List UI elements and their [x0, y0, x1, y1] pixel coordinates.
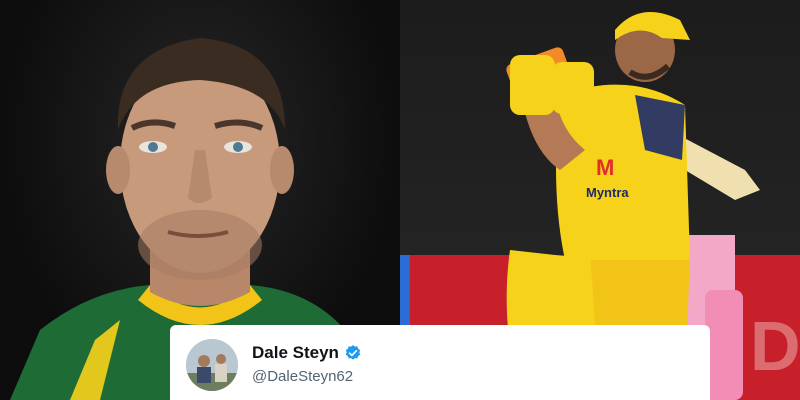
tweet-card[interactable]: Dale Steyn @DaleSteyn62: [170, 325, 710, 400]
jersey-sponsor-logo: M: [596, 155, 614, 180]
batting-glove-2: [552, 62, 594, 114]
left-ear: [106, 146, 130, 194]
verified-badge-icon: [345, 345, 361, 360]
author-avatar[interactable]: [186, 339, 238, 391]
author-name[interactable]: Dale Steyn: [252, 343, 339, 363]
jersey-sponsor-text: Myntra: [586, 185, 629, 200]
right-ear: [270, 146, 294, 194]
batting-glove: [510, 55, 555, 115]
author-name-row[interactable]: Dale Steyn: [252, 343, 362, 363]
wicketkeeper-pad: [705, 290, 743, 400]
ad-board-text: DP: [750, 307, 800, 385]
author-handle[interactable]: @DaleSteyn62: [252, 368, 353, 385]
beard-stubble: [138, 210, 262, 280]
